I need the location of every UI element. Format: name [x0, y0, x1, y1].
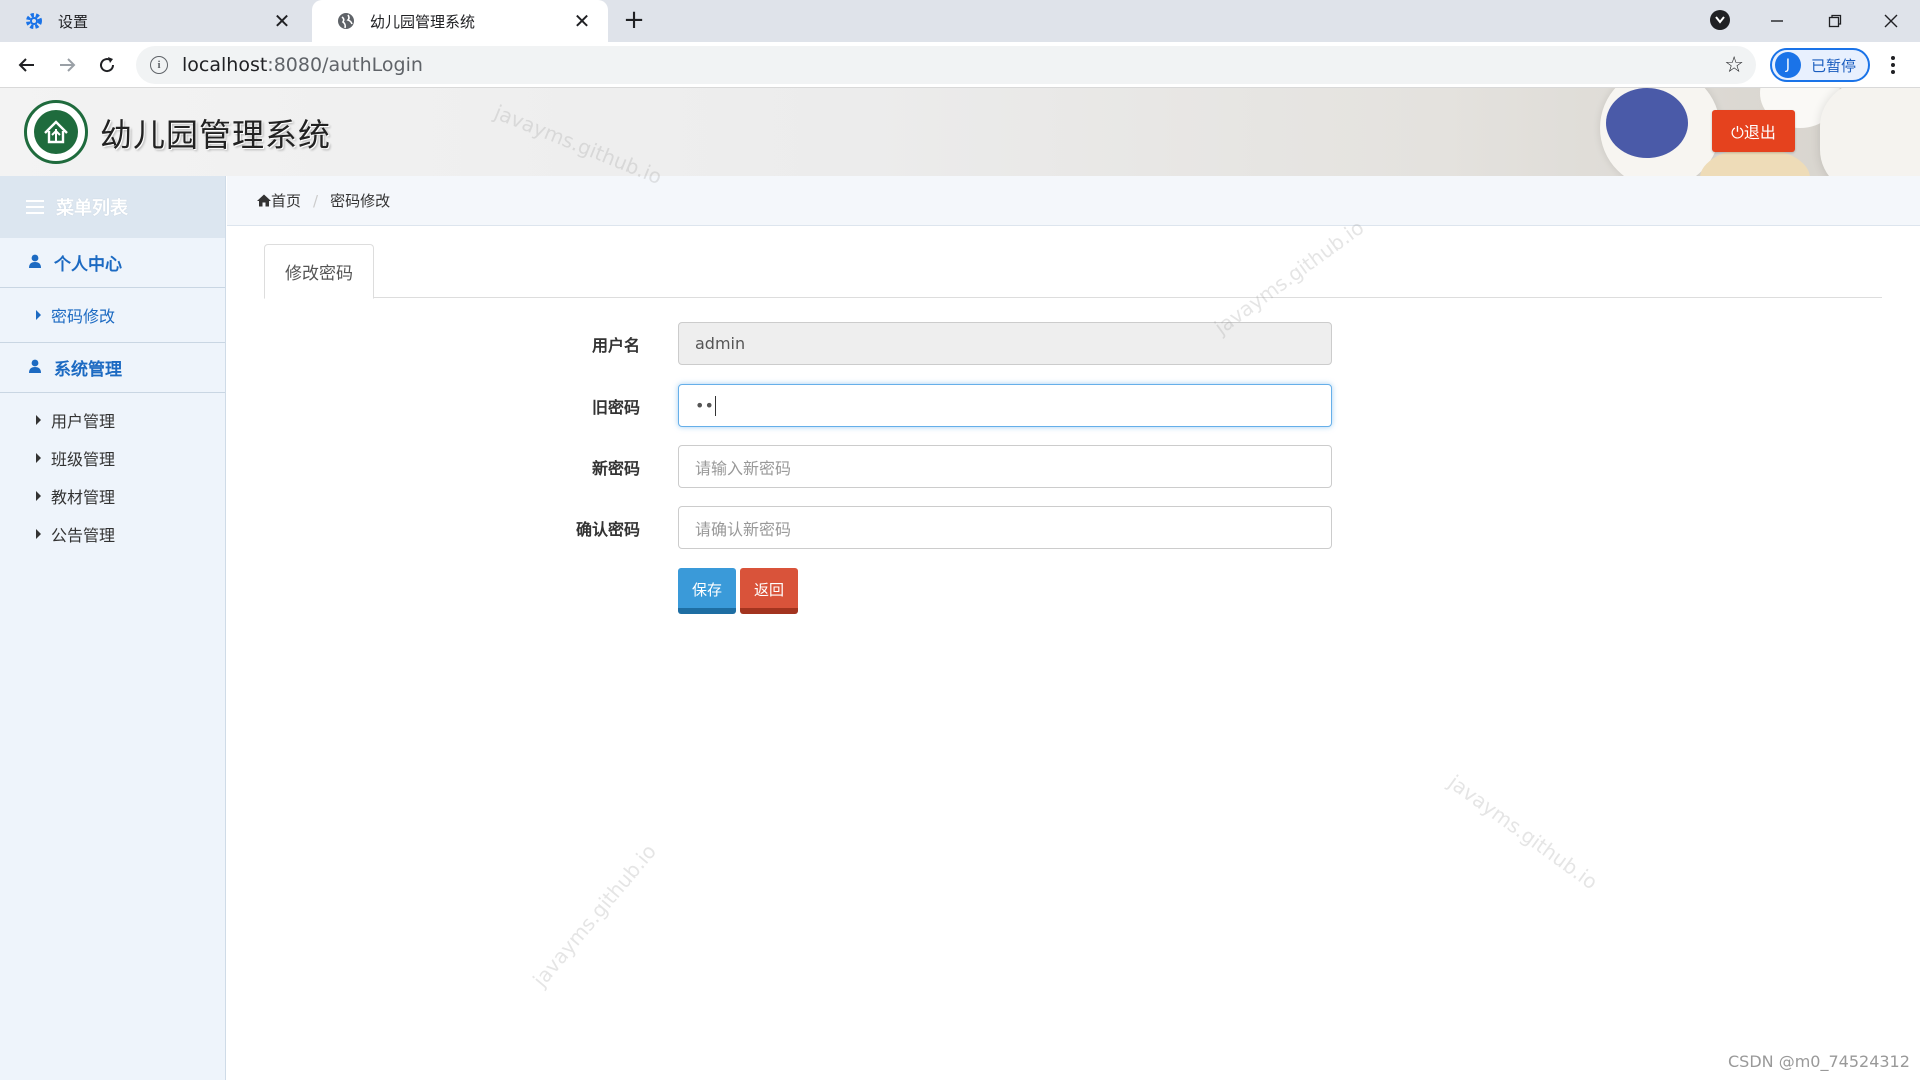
header-decoration — [1700, 148, 1810, 176]
sidebar-item-password[interactable]: 密码修改 — [0, 296, 225, 334]
school-logo — [24, 100, 88, 164]
browser-tab-app[interactable]: 幼儿园管理系统 ✕ — [312, 0, 608, 42]
browser-menu-icon[interactable] — [1880, 52, 1906, 78]
caret-right-icon — [36, 529, 41, 539]
sidebar-group-label: 个人中心 — [54, 255, 122, 275]
back-button[interactable]: 返回 — [740, 568, 798, 614]
new-tab-button[interactable]: + — [620, 7, 648, 35]
confirm-password-label: 确认密码 — [575, 520, 640, 539]
home-icon — [257, 194, 271, 207]
back-arrow-icon[interactable] — [12, 50, 42, 80]
app-header: 幼儿园管理系统 ⏻退出 — [0, 88, 1920, 176]
profile-button[interactable]: J 已暂停 — [1770, 48, 1870, 82]
old-password-row: 旧密码 •• — [540, 384, 1340, 428]
old-password-label: 旧密码 — [591, 398, 640, 417]
bookmark-star-icon[interactable]: ☆ — [1724, 53, 1744, 78]
sidebar-item-users[interactable]: 用户管理 — [0, 401, 225, 439]
username-row: 用户名 admin — [540, 322, 1340, 366]
text-cursor — [714, 395, 717, 416]
save-button[interactable]: 保存 — [678, 568, 736, 614]
form-tabs: 修改密码 — [264, 244, 1882, 299]
user-icon — [28, 253, 42, 273]
tab-label: 设置 — [58, 12, 89, 31]
window-close-icon[interactable] — [1862, 0, 1920, 42]
caret-right-icon — [36, 491, 41, 501]
confirm-password-row: 确认密码 请确认新密码 — [540, 506, 1340, 550]
caret-right-icon — [36, 415, 41, 425]
reload-icon[interactable] — [92, 50, 122, 80]
info-icon[interactable]: i — [150, 56, 168, 74]
caret-right-icon — [36, 310, 41, 320]
confirm-password-field[interactable]: 请确认新密码 — [678, 506, 1332, 549]
sidebar-item-classes[interactable]: 班级管理 — [0, 439, 225, 477]
minimize-icon[interactable] — [1748, 0, 1806, 42]
menu-title-label: 菜单列表 — [56, 198, 128, 219]
breadcrumb-separator: / — [313, 191, 319, 210]
tab-change-password[interactable]: 修改密码 — [264, 244, 374, 299]
username-label: 用户名 — [591, 336, 640, 355]
forward-arrow-icon[interactable] — [52, 50, 82, 80]
restore-icon[interactable] — [1806, 0, 1864, 42]
close-icon[interactable]: ✕ — [270, 9, 294, 33]
profile-status: 已暂停 — [1811, 56, 1857, 75]
sidebar-submenu: 用户管理 班级管理 教材管理 公告管理 — [0, 393, 225, 561]
tab-label: 幼儿园管理系统 — [370, 12, 476, 31]
gear-icon — [24, 11, 44, 31]
browser-tabstrip: 设置 ✕ 幼儿园管理系统 ✕ + — [0, 0, 1920, 42]
new-password-row: 新密码 请输入新密码 — [540, 445, 1340, 489]
username-field[interactable]: admin — [678, 322, 1332, 365]
close-icon[interactable]: ✕ — [570, 9, 594, 33]
caret-right-icon — [36, 453, 41, 463]
sidebar: 菜单列表 个人中心 密码修改 系统管理 用户管理 班级管理 教材管理 公告管理 — [0, 176, 226, 1080]
sidebar-group-personal[interactable]: 个人中心 — [0, 238, 225, 288]
sidebar-item-label: 用户管理 — [51, 412, 116, 431]
address-bar[interactable]: i localhost:8080/authLogin ☆ — [136, 46, 1756, 84]
breadcrumb-home-label: 首页 — [271, 192, 302, 210]
sidebar-item-textbooks[interactable]: 教材管理 — [0, 477, 225, 515]
list-icon — [26, 200, 44, 214]
sidebar-item-label: 密码修改 — [51, 307, 116, 326]
header-decoration — [1820, 88, 1920, 176]
avatar: J — [1775, 52, 1801, 78]
tab-search-icon[interactable] — [1710, 10, 1730, 30]
old-password-field[interactable]: •• — [678, 384, 1332, 427]
globe-icon — [336, 11, 356, 31]
address-url: localhost:8080/authLogin — [182, 54, 423, 76]
browser-tab-settings[interactable]: 设置 ✕ — [0, 0, 308, 42]
watermark: javayms.github.io — [1443, 770, 1603, 895]
logout-button[interactable]: ⏻退出 — [1712, 110, 1795, 152]
sidebar-submenu: 密码修改 — [0, 288, 225, 343]
new-password-field[interactable]: 请输入新密码 — [678, 445, 1332, 488]
sidebar-group-system[interactable]: 系统管理 — [0, 343, 225, 393]
sidebar-item-label: 班级管理 — [51, 450, 116, 469]
watermark: javayms.github.io — [528, 839, 661, 992]
menu-title: 菜单列表 — [0, 176, 225, 238]
sidebar-item-notices[interactable]: 公告管理 — [0, 515, 225, 553]
footer-credit: CSDN @m0_74524312 — [1728, 1052, 1910, 1071]
new-password-label: 新密码 — [591, 459, 640, 478]
sidebar-group-label: 系统管理 — [54, 360, 122, 380]
sidebar-item-label: 公告管理 — [51, 526, 116, 545]
breadcrumb-current: 密码修改 — [330, 192, 391, 210]
user-icon — [28, 358, 42, 378]
old-password-value: •• — [695, 396, 714, 415]
browser-toolbar: i localhost:8080/authLogin ☆ J 已暂停 — [0, 42, 1920, 88]
breadcrumb-home[interactable]: 首页 — [257, 190, 301, 211]
header-decoration — [1606, 88, 1688, 158]
breadcrumb: 首页 / 密码修改 — [227, 176, 1920, 226]
app-title: 幼儿园管理系统 — [100, 116, 332, 154]
sidebar-item-label: 教材管理 — [51, 488, 116, 507]
